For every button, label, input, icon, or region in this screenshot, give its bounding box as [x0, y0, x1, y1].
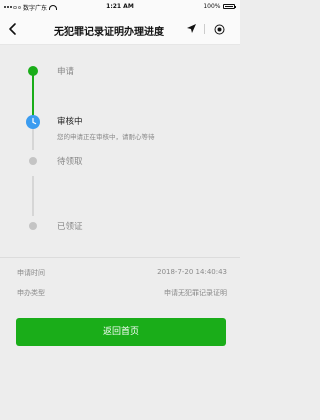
- progress-timeline: 申请 审核中 您的申请正在审核中，请耐心等待 待领取 已领证: [0, 45, 240, 245]
- chevron-left-icon[interactable]: [7, 22, 19, 36]
- battery-group: 100%: [203, 3, 236, 10]
- step-label-to-collect: 待领取: [57, 157, 83, 167]
- section-divider: [0, 257, 240, 258]
- return-home-button[interactable]: 返回首页: [16, 318, 226, 346]
- capsule-divider: [204, 24, 205, 34]
- clock-icon: [26, 115, 40, 129]
- target-icon[interactable]: [214, 24, 225, 35]
- info-value: 2018-7-20 14:40:43: [157, 268, 227, 276]
- location-arrow-icon[interactable]: [186, 23, 197, 34]
- timeline-line-pending: [32, 129, 34, 150]
- timeline-line-pending: [32, 176, 34, 216]
- page-title: 无犯罪记录证明办理进度: [54, 27, 164, 38]
- info-value: 申请无犯罪记录证明: [164, 289, 227, 297]
- step-label-reviewing: 审核中: [57, 117, 83, 127]
- step-dot-pending: [29, 222, 37, 230]
- status-bar: 数字广东 1:21 AM 100%: [0, 0, 240, 14]
- battery-percent: 100%: [203, 3, 221, 10]
- step-dot-done: [28, 66, 38, 76]
- step-label-apply: 申请: [57, 67, 75, 77]
- info-label: 申请时间: [17, 269, 45, 277]
- timeline-line-done: [32, 72, 34, 117]
- step-dot-pending: [29, 157, 37, 165]
- step-sub-reviewing: 您的申请正在审核中，请耐心等待: [57, 133, 155, 141]
- step-label-collected: 已领证: [57, 222, 83, 232]
- nav-bar: 无犯罪记录证明办理进度: [0, 14, 240, 45]
- info-label: 申办类型: [17, 289, 45, 297]
- battery-icon: [222, 4, 235, 9]
